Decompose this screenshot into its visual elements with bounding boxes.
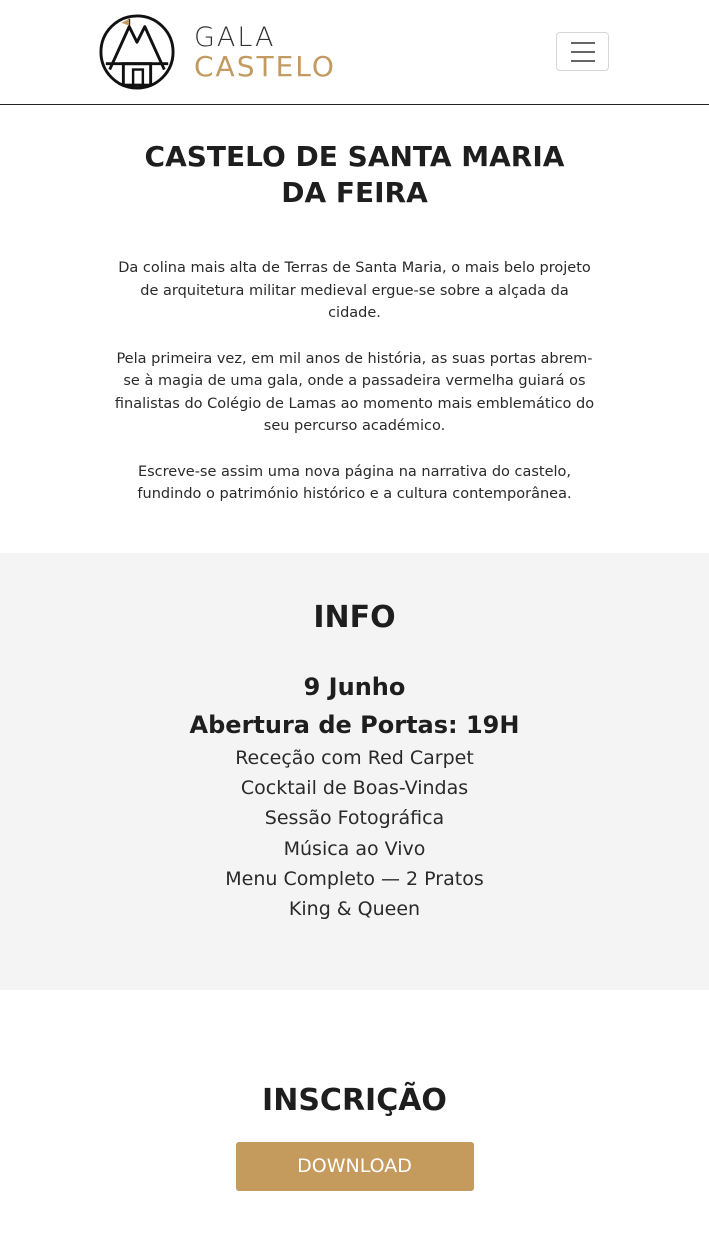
castle-logo-icon — [99, 14, 175, 90]
intro-paragraph: Da colina mais alta de Terras de Santa M… — [118, 260, 591, 321]
page-title: CASTELO DE SANTA MARIA DA FEIRA — [144, 140, 565, 209]
intro-paragraph: Pela primeira vez, em mil anos de histór… — [114, 350, 595, 435]
logo-wordmark: GALA CASTELO — [194, 24, 336, 81]
info-list-item: Música ao Vivo — [283, 837, 426, 860]
logo-word-gala: GALA — [194, 21, 276, 53]
registration-heading: INSCRIÇÃO — [262, 1083, 447, 1118]
hamburger-menu-icon-bar — [570, 59, 595, 62]
info-list-item: King & Queen — [288, 898, 421, 921]
info-list-item: Sessão Fotográfica — [264, 807, 445, 830]
registration-section: INSCRIÇÃO DOWNLOAD — [0, 1083, 709, 1191]
intro-section: CASTELO DE SANTA MARIA DA FEIRA Da colin… — [0, 105, 709, 506]
intro-body: Da colina mais alta de Terras de Santa M… — [115, 257, 595, 506]
hamburger-menu-button[interactable] — [556, 32, 609, 71]
doors-opening-time: Abertura de Portas: 19H — [189, 711, 520, 739]
info-list-item: Receção com Red Carpet — [235, 747, 474, 769]
info-list: Receção com Red Carpet Cocktail de Boas-… — [0, 743, 709, 924]
info-list-item: Menu Completo — 2 Pratos — [225, 867, 484, 890]
site-logo[interactable]: GALA CASTELO — [98, 13, 336, 91]
info-section: INFO 9 Junho Abertura de Portas: 19H Rec… — [0, 553, 709, 990]
download-button[interactable]: DOWNLOAD — [235, 1142, 474, 1191]
hamburger-menu-icon — [570, 41, 595, 44]
intro-paragraph: Escreve-se assim uma nova página na narr… — [137, 463, 572, 503]
info-heading: INFO — [313, 600, 396, 635]
event-date: 9 Junho — [303, 673, 406, 701]
info-list-item: Cocktail de Boas-Vindas — [240, 777, 469, 800]
logo-word-castelo: CASTELO — [194, 49, 336, 83]
hamburger-menu-icon-bar — [570, 50, 595, 53]
site-header: GALA CASTELO — [0, 0, 709, 105]
